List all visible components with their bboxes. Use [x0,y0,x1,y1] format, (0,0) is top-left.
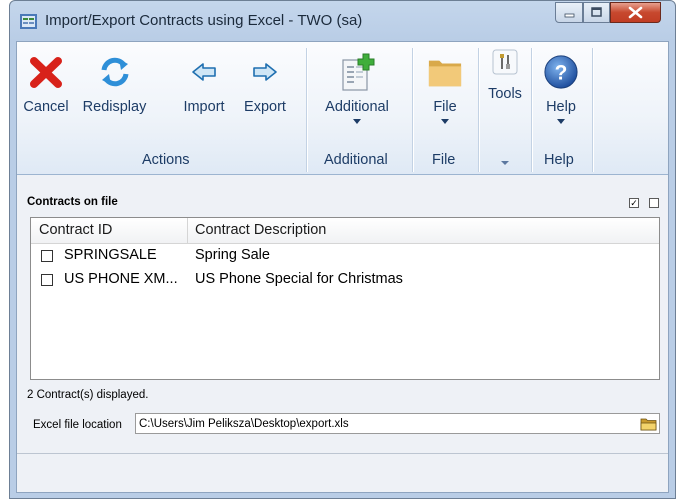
ribbon-separator [478,48,479,172]
ribbon-separator [531,48,532,172]
minimize-button[interactable] [555,2,583,23]
import-label: Import [183,99,225,115]
cancel-x-icon [28,52,64,92]
window-title: Import/Export Contracts using Excel - TW… [45,12,363,29]
redisplay-label: Redisplay [82,99,147,115]
contracts-table: Contract ID Contract Description SPRINGS… [30,217,660,380]
column-header-contract-id[interactable]: Contract ID [39,222,112,238]
group-label-actions: Actions [142,152,190,168]
ribbon-separator [592,48,593,172]
dropdown-arrow-icon [441,119,449,124]
cancel-button[interactable]: Cancel [23,42,69,115]
help-label: Help [546,99,576,115]
contracts-panel: Contracts on file ✓ Contract ID Contract… [17,175,668,492]
add-document-icon [339,52,375,92]
redisplay-button[interactable]: Redisplay [72,42,157,115]
contract-id-cell: SPRINGSALE [64,247,157,263]
contract-id-cell: US PHONE XM... [64,271,178,287]
app-window: Import/Export Contracts using Excel - TW… [9,0,676,499]
excel-file-location-label: Excel file location [33,419,122,431]
contract-description-cell: US Phone Special for Christmas [195,271,403,287]
mark-all-checkbox[interactable]: ✓ [629,198,639,208]
column-header-contract-description[interactable]: Contract Description [195,222,326,238]
help-question-icon: ? [543,52,579,92]
ribbon-separator [412,48,413,172]
cancel-label: Cancel [23,99,69,115]
export-button[interactable]: Export [240,42,290,115]
ribbon-separator [306,48,307,172]
ribbon: Cancel Redisplay Import Export Actions A… [17,42,668,175]
maximize-button[interactable] [583,2,610,23]
additional-button[interactable]: Additional [317,42,397,124]
tools-button[interactable]: Tools [483,42,527,102]
group-label-help: Help [544,152,574,168]
browse-folder-icon[interactable] [640,416,657,431]
dropdown-arrow-icon [353,119,361,124]
title-bar[interactable]: Import/Export Contracts using Excel - TW… [10,1,675,41]
help-button[interactable]: ? Help [536,42,586,124]
file-label: File [433,99,457,115]
refresh-icon [97,52,133,92]
window-content: Cancel Redisplay Import Export Actions A… [16,41,669,493]
import-button[interactable]: Import [177,42,231,115]
group-label-additional: Additional [324,152,388,168]
svg-text:?: ? [555,62,568,85]
column-divider[interactable] [187,218,188,243]
export-label: Export [244,99,286,115]
excel-file-path-input[interactable] [139,415,634,432]
section-title: Contracts on file [27,196,118,208]
dropdown-arrow-icon [557,119,565,124]
chevron-down-icon[interactable] [501,154,509,170]
table-row[interactable]: SPRINGSALE Spring Sale [31,245,659,269]
unmark-all-checkbox[interactable] [649,198,659,208]
file-button[interactable]: File [420,42,470,124]
contract-description-cell: Spring Sale [195,247,270,263]
group-label-file: File [432,152,456,168]
tools-icon [487,48,523,76]
status-bar-divider [17,453,668,454]
excel-file-location-field[interactable] [135,413,660,434]
table-header: Contract ID Contract Description [31,218,659,244]
row-checkbox[interactable] [41,250,53,262]
contract-count-text: 2 Contract(s) displayed. [27,389,149,401]
close-icon [628,6,643,19]
arrow-left-icon [186,52,222,92]
app-icon [20,14,37,29]
table-row[interactable]: US PHONE XM... US Phone Special for Chri… [31,269,659,293]
arrow-right-icon [247,52,283,92]
tools-label: Tools [488,86,522,102]
row-checkbox[interactable] [41,274,53,286]
folder-icon [427,52,463,92]
additional-label: Additional [325,99,389,115]
close-button[interactable] [610,2,661,23]
